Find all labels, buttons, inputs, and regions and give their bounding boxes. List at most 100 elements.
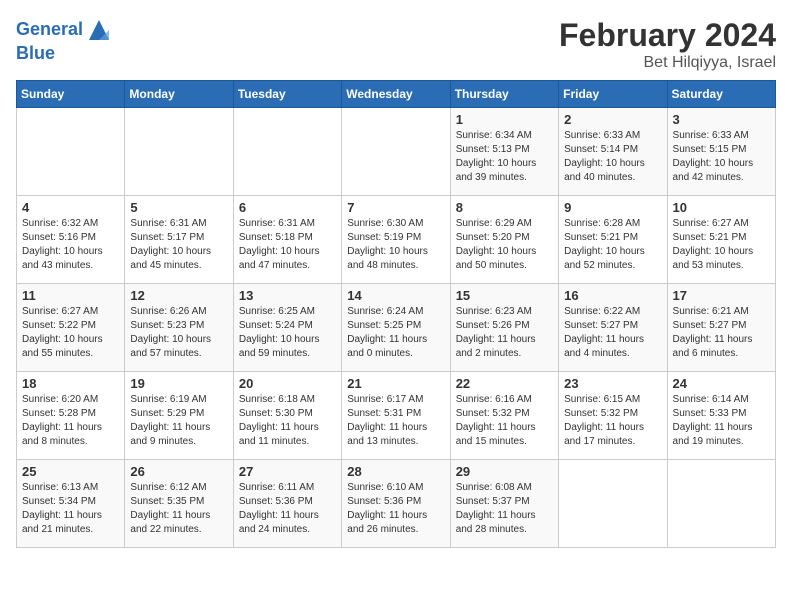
day-number: 4 (22, 200, 119, 215)
day-number: 23 (564, 376, 661, 391)
weekday-header-sunday: Sunday (17, 81, 125, 108)
calendar-cell: 22 Sunrise: 6:16 AM Sunset: 5:32 PM Dayli… (450, 372, 558, 460)
calendar-cell: 24 Sunrise: 6:14 AM Sunset: 5:33 PM Dayli… (667, 372, 775, 460)
calendar-cell: 9 Sunrise: 6:28 AM Sunset: 5:21 PM Daylig… (559, 196, 667, 284)
day-info: Sunrise: 6:29 AM Sunset: 5:20 PM Dayligh… (456, 217, 553, 273)
calendar-table: SundayMondayTuesdayWednesdayThursdayFrid… (16, 80, 776, 548)
day-number: 25 (22, 464, 119, 479)
day-number: 9 (564, 200, 661, 215)
day-info: Sunrise: 6:18 AM Sunset: 5:30 PM Dayligh… (239, 393, 336, 449)
calendar-cell: 11 Sunrise: 6:27 AM Sunset: 5:22 PM Dayli… (17, 284, 125, 372)
calendar-cell: 29 Sunrise: 6:08 AM Sunset: 5:37 PM Dayli… (450, 460, 558, 548)
day-info: Sunrise: 6:16 AM Sunset: 5:32 PM Dayligh… (456, 393, 553, 449)
day-number: 21 (347, 376, 444, 391)
day-info: Sunrise: 6:32 AM Sunset: 5:16 PM Dayligh… (22, 217, 119, 273)
month-title: February 2024 (559, 16, 776, 54)
calendar-cell: 25 Sunrise: 6:13 AM Sunset: 5:34 PM Dayli… (17, 460, 125, 548)
day-info: Sunrise: 6:28 AM Sunset: 5:21 PM Dayligh… (564, 217, 661, 273)
day-info: Sunrise: 6:14 AM Sunset: 5:33 PM Dayligh… (673, 393, 770, 449)
day-info: Sunrise: 6:10 AM Sunset: 5:36 PM Dayligh… (347, 481, 444, 537)
day-number: 29 (456, 464, 553, 479)
day-number: 27 (239, 464, 336, 479)
day-info: Sunrise: 6:12 AM Sunset: 5:35 PM Dayligh… (130, 481, 227, 537)
day-info: Sunrise: 6:13 AM Sunset: 5:34 PM Dayligh… (22, 481, 119, 537)
calendar-week-row: 1Sunrise: 6:34 AM Sunset: 5:13 PM Daylig… (17, 108, 776, 196)
calendar-cell: 27 Sunrise: 6:11 AM Sunset: 5:36 PM Dayli… (233, 460, 341, 548)
calendar-cell: 13Sunrise: 6:25 AM Sunset: 5:24 PM Dayli… (233, 284, 341, 372)
day-info: Sunrise: 6:33 AM Sunset: 5:15 PM Dayligh… (673, 129, 770, 185)
day-number: 3 (673, 112, 770, 127)
day-info: Sunrise: 6:31 AM Sunset: 5:18 PM Dayligh… (239, 217, 336, 273)
calendar-cell: 6 Sunrise: 6:31 AM Sunset: 5:18 PM Daylig… (233, 196, 341, 284)
weekday-header-saturday: Saturday (667, 81, 775, 108)
day-info: Sunrise: 6:24 AM Sunset: 5:25 PM Dayligh… (347, 305, 444, 361)
day-number: 12 (130, 288, 227, 303)
calendar-cell: 18Sunrise: 6:20 AM Sunset: 5:28 PM Dayli… (17, 372, 125, 460)
weekday-header-row: SundayMondayTuesdayWednesdayThursdayFrid… (17, 81, 776, 108)
calendar-cell: 15 Sunrise: 6:23 AM Sunset: 5:26 PM Dayli… (450, 284, 558, 372)
day-info: Sunrise: 6:34 AM Sunset: 5:13 PM Dayligh… (456, 129, 553, 185)
day-info: Sunrise: 6:11 AM Sunset: 5:36 PM Dayligh… (239, 481, 336, 537)
day-info: Sunrise: 6:33 AM Sunset: 5:14 PM Dayligh… (564, 129, 661, 185)
calendar-cell: 7 Sunrise: 6:30 AM Sunset: 5:19 PM Daylig… (342, 196, 450, 284)
day-number: 22 (456, 376, 553, 391)
logo-blue-text: Blue (16, 44, 113, 64)
calendar-header: SundayMondayTuesdayWednesdayThursdayFrid… (17, 81, 776, 108)
calendar-week-row: 18Sunrise: 6:20 AM Sunset: 5:28 PM Dayli… (17, 372, 776, 460)
calendar-cell: 20 Sunrise: 6:18 AM Sunset: 5:30 PM Dayli… (233, 372, 341, 460)
logo-text: General (16, 16, 113, 44)
day-info: Sunrise: 6:08 AM Sunset: 5:37 PM Dayligh… (456, 481, 553, 537)
weekday-header-thursday: Thursday (450, 81, 558, 108)
day-number: 11 (22, 288, 119, 303)
day-info: Sunrise: 6:17 AM Sunset: 5:31 PM Dayligh… (347, 393, 444, 449)
calendar-body: 1Sunrise: 6:34 AM Sunset: 5:13 PM Daylig… (17, 108, 776, 548)
weekday-header-wednesday: Wednesday (342, 81, 450, 108)
calendar-cell: 8Sunrise: 6:29 AM Sunset: 5:20 PM Daylig… (450, 196, 558, 284)
calendar-cell: 28Sunrise: 6:10 AM Sunset: 5:36 PM Dayli… (342, 460, 450, 548)
calendar-cell: 16 Sunrise: 6:22 AM Sunset: 5:27 PM Dayli… (559, 284, 667, 372)
location-title: Bet Hilqiyya, Israel (559, 54, 776, 72)
calendar-cell (125, 108, 233, 196)
day-number: 2 (564, 112, 661, 127)
calendar-cell: 26 Sunrise: 6:12 AM Sunset: 5:35 PM Dayli… (125, 460, 233, 548)
calendar-cell: 12 Sunrise: 6:26 AM Sunset: 5:23 PM Dayli… (125, 284, 233, 372)
calendar-cell (667, 460, 775, 548)
calendar-cell (342, 108, 450, 196)
calendar-cell: 10Sunrise: 6:27 AM Sunset: 5:21 PM Dayli… (667, 196, 775, 284)
day-number: 14 (347, 288, 444, 303)
day-number: 20 (239, 376, 336, 391)
day-info: Sunrise: 6:27 AM Sunset: 5:22 PM Dayligh… (22, 305, 119, 361)
day-number: 26 (130, 464, 227, 479)
day-number: 7 (347, 200, 444, 215)
day-number: 16 (564, 288, 661, 303)
weekday-header-monday: Monday (125, 81, 233, 108)
calendar-cell: 14 Sunrise: 6:24 AM Sunset: 5:25 PM Dayli… (342, 284, 450, 372)
day-info: Sunrise: 6:30 AM Sunset: 5:19 PM Dayligh… (347, 217, 444, 273)
day-number: 19 (130, 376, 227, 391)
day-info: Sunrise: 6:26 AM Sunset: 5:23 PM Dayligh… (130, 305, 227, 361)
calendar-cell: 5 Sunrise: 6:31 AM Sunset: 5:17 PM Daylig… (125, 196, 233, 284)
day-info: Sunrise: 6:19 AM Sunset: 5:29 PM Dayligh… (130, 393, 227, 449)
calendar-cell (17, 108, 125, 196)
day-info: Sunrise: 6:21 AM Sunset: 5:27 PM Dayligh… (673, 305, 770, 361)
calendar-week-row: 25 Sunrise: 6:13 AM Sunset: 5:34 PM Dayli… (17, 460, 776, 548)
day-info: Sunrise: 6:31 AM Sunset: 5:17 PM Dayligh… (130, 217, 227, 273)
calendar-cell: 2 Sunrise: 6:33 AM Sunset: 5:14 PM Daylig… (559, 108, 667, 196)
day-number: 6 (239, 200, 336, 215)
day-info: Sunrise: 6:15 AM Sunset: 5:32 PM Dayligh… (564, 393, 661, 449)
day-info: Sunrise: 6:22 AM Sunset: 5:27 PM Dayligh… (564, 305, 661, 361)
calendar-cell (233, 108, 341, 196)
day-info: Sunrise: 6:27 AM Sunset: 5:21 PM Dayligh… (673, 217, 770, 273)
day-info: Sunrise: 6:20 AM Sunset: 5:28 PM Dayligh… (22, 393, 119, 449)
calendar-cell (559, 460, 667, 548)
day-number: 24 (673, 376, 770, 391)
page-header: General Blue February 2024 Bet Hilqiyya,… (16, 16, 776, 72)
calendar-cell: 19 Sunrise: 6:19 AM Sunset: 5:29 PM Dayli… (125, 372, 233, 460)
calendar-cell: 23 Sunrise: 6:15 AM Sunset: 5:32 PM Dayli… (559, 372, 667, 460)
calendar-cell: 3 Sunrise: 6:33 AM Sunset: 5:15 PM Daylig… (667, 108, 775, 196)
day-info: Sunrise: 6:23 AM Sunset: 5:26 PM Dayligh… (456, 305, 553, 361)
calendar-cell: 17Sunrise: 6:21 AM Sunset: 5:27 PM Dayli… (667, 284, 775, 372)
day-number: 5 (130, 200, 227, 215)
day-number: 15 (456, 288, 553, 303)
weekday-header-friday: Friday (559, 81, 667, 108)
